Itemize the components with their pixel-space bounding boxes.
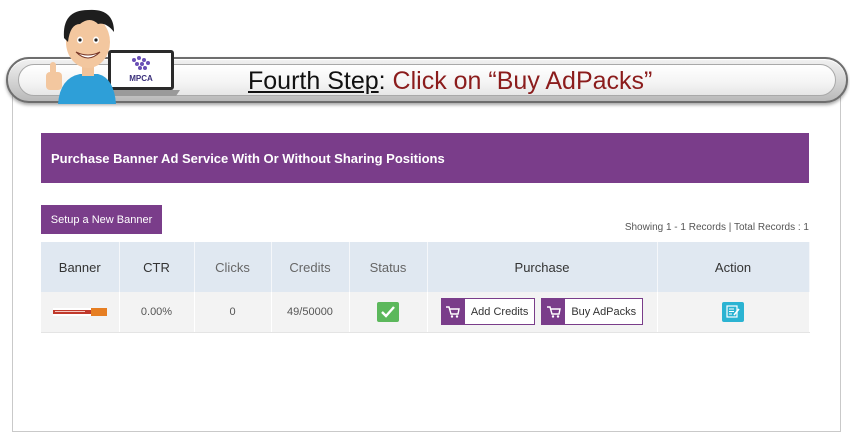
status-cell (349, 292, 428, 333)
check-icon (377, 301, 399, 322)
table-header-row: Banner CTR Clicks Credits Status Purchas… (41, 242, 810, 292)
buy-adpacks-button[interactable]: Buy AdPacks (541, 298, 644, 326)
laptop-icon: MPCA (102, 50, 180, 96)
column-header-banner[interactable]: Banner (41, 242, 120, 292)
column-header-clicks[interactable]: Clicks (194, 242, 272, 292)
mascot-illustration: MPCA (46, 9, 180, 104)
credits-cell: 49/50000 (271, 292, 350, 333)
action-cell (657, 292, 810, 333)
step-title-action: Click on “Buy AdPacks” (392, 67, 653, 95)
step-title-colon: : (378, 67, 393, 95)
banner-cell (41, 292, 120, 333)
column-header-status[interactable]: Status (349, 242, 428, 292)
column-header-ctr[interactable]: CTR (119, 242, 195, 292)
thumbs-up-icon (46, 62, 62, 90)
step-title: Fourth Step: Click on “Buy AdPacks” (248, 63, 652, 99)
laptop-label: MPCA (129, 74, 153, 83)
banner-thumbnail-icon[interactable] (52, 307, 107, 316)
column-header-action: Action (657, 242, 810, 292)
add-credits-button[interactable]: Add Credits (440, 298, 536, 326)
buy-adpacks-label: Buy AdPacks (571, 305, 637, 318)
banner-table: Banner CTR Clicks Credits Status Purchas… (41, 242, 810, 333)
column-header-purchase: Purchase (427, 242, 658, 292)
cart-icon (542, 299, 566, 325)
add-credits-label: Add Credits (470, 305, 529, 318)
edit-icon[interactable] (722, 301, 744, 322)
step-title-lead: Fourth Step (248, 67, 379, 95)
records-info: Showing 1 - 1 Records | Total Records : … (624, 222, 809, 233)
cart-icon (441, 299, 465, 325)
column-header-credits[interactable]: Credits (271, 242, 350, 292)
setup-new-banner-button[interactable]: Setup a New Banner (41, 205, 162, 234)
purchase-cell: Add Credits Buy AdPacks (427, 292, 658, 333)
ctr-cell: 0.00% (119, 292, 195, 333)
table-row: 0.00% 0 49/50000 Add Credits Buy AdPacks (41, 292, 810, 333)
panel-title: Purchase Banner Ad Service With Or Witho… (41, 133, 809, 183)
clicks-cell: 0 (194, 292, 272, 333)
